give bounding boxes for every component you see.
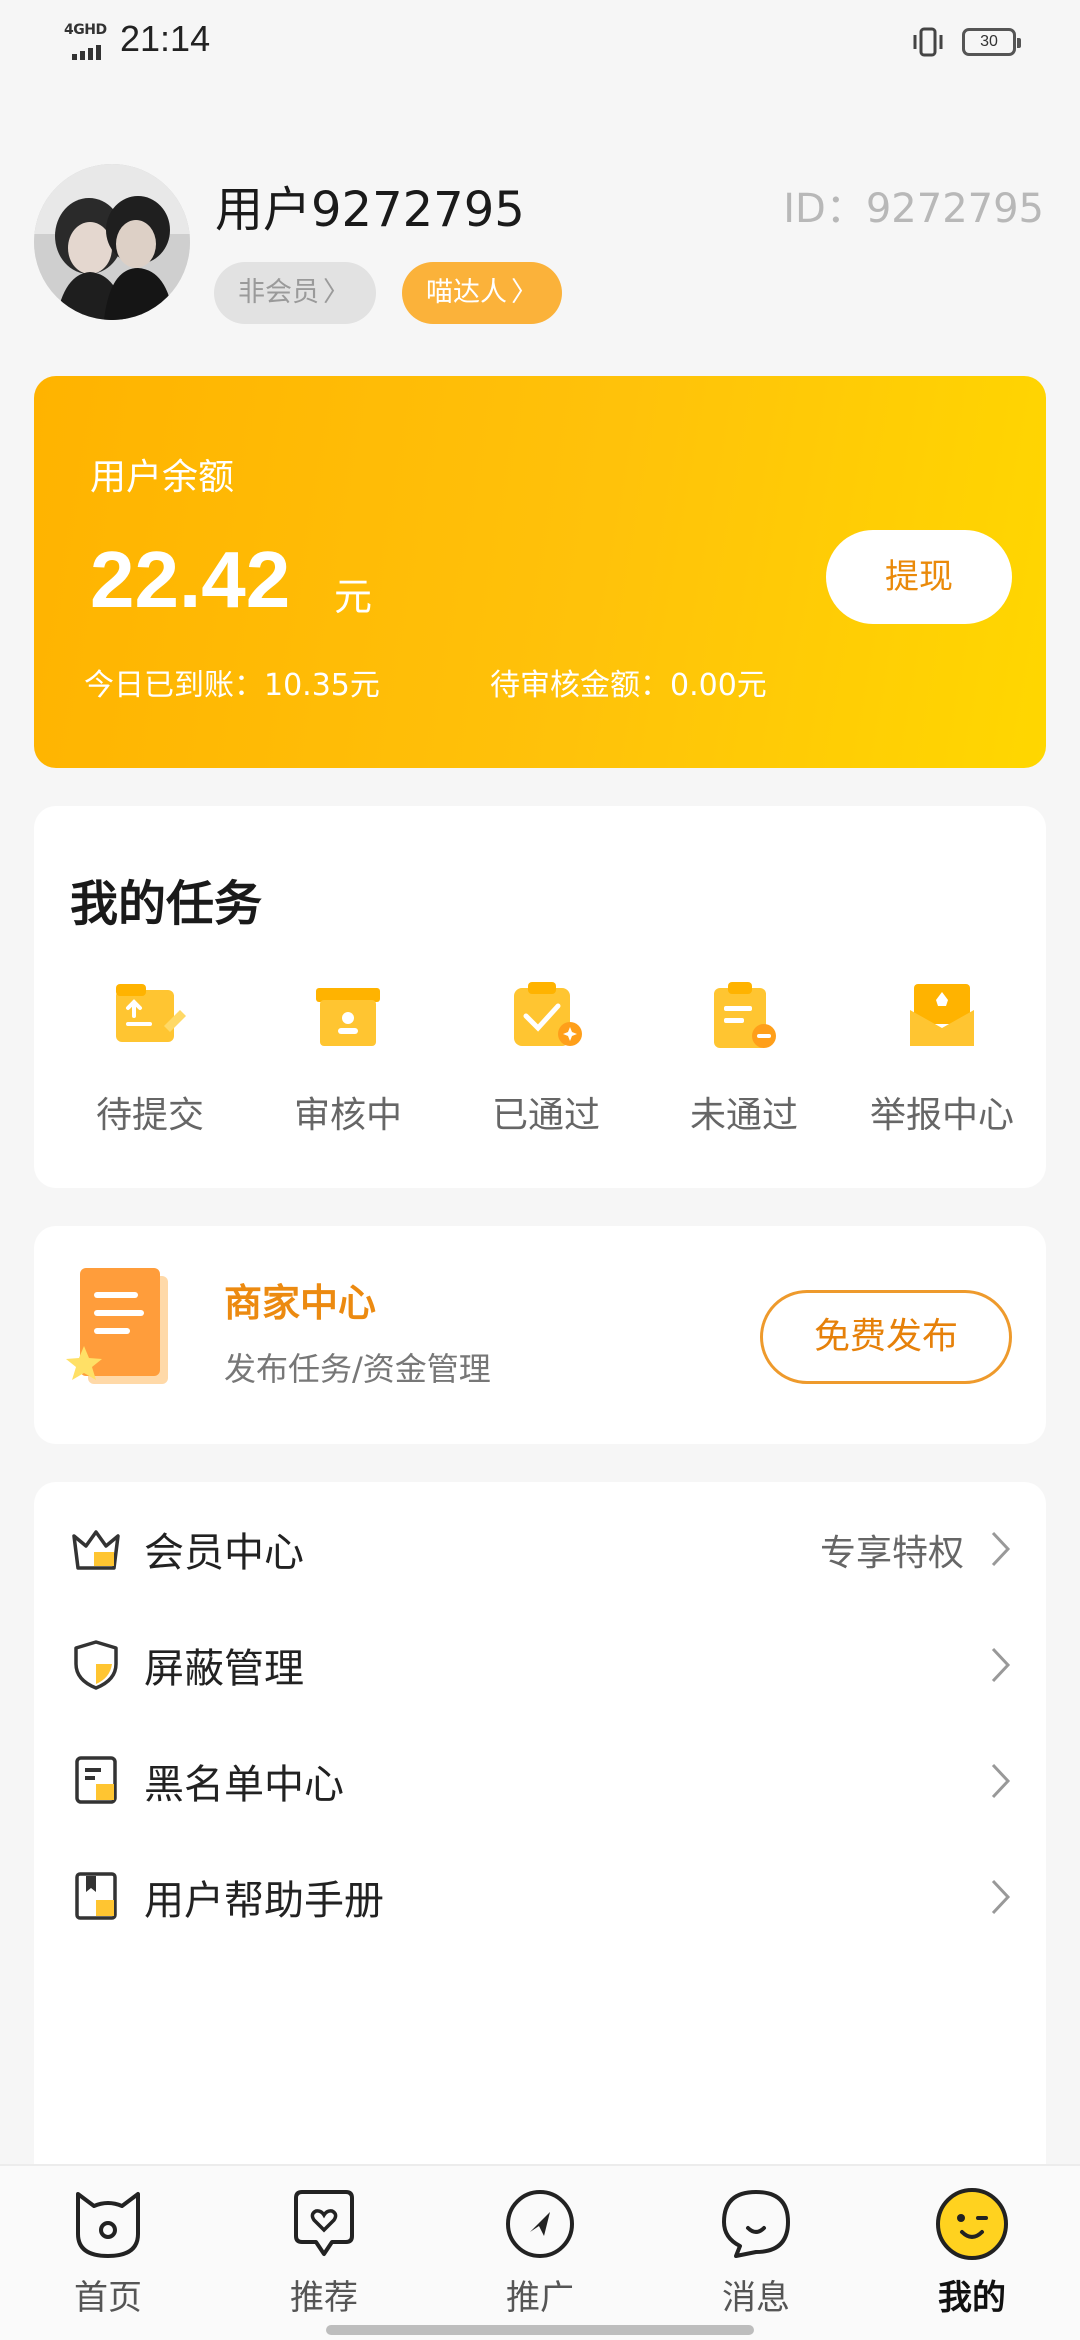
pending-amount: 待审核金额：0.00元 (490, 668, 767, 703)
tab-label: 消息 (722, 2278, 790, 2318)
menu-label: 用户帮助手册 (144, 1878, 384, 1924)
vibrate-icon (913, 27, 943, 57)
task-approved[interactable]: 已通过 (446, 976, 646, 1156)
tab-label: 我的 (938, 2278, 1006, 2318)
balance-label: 用户余额 (90, 457, 235, 498)
free-publish-button[interactable]: 免费发布 (760, 1290, 1012, 1384)
task-label: 已通过 (491, 1095, 600, 1136)
battery-icon: 30 (962, 28, 1021, 56)
merchant-center-card[interactable]: 商家中心 发布任务/资金管理 免费发布 (34, 1226, 1046, 1444)
chevron-right-icon: 〉 (323, 277, 350, 308)
menu-item-blacklist[interactable]: 黑名单中心 (34, 1714, 1046, 1834)
member-status-label: 非会员 (238, 277, 319, 308)
task-report-center[interactable]: 举报中心 (842, 976, 1042, 1156)
help-book-icon (75, 1872, 117, 1920)
tab-recommend[interactable]: 推荐 (216, 2166, 432, 2340)
tab-home[interactable]: 首页 (0, 2166, 216, 2340)
member-status-pill[interactable]: 非会员〉 (214, 262, 376, 324)
cat-home-icon (76, 2192, 140, 2258)
menu-item-member-center[interactable]: 会员中心 专享特权 (34, 1482, 1046, 1602)
tab-promote[interactable]: 推广 (432, 2166, 648, 2340)
chevron-right-icon (991, 1531, 1011, 1567)
menu-item-block-management[interactable]: 屏蔽管理 (34, 1598, 1046, 1718)
chevron-right-icon: 〉 (511, 277, 538, 308)
chevron-right-icon (991, 1763, 1011, 1799)
message-icon (722, 2190, 790, 2258)
merchant-subtitle: 发布任务/资金管理 (224, 1350, 491, 1388)
tab-label: 推荐 (290, 2278, 358, 2318)
tasks-title: 我的任务 (70, 876, 263, 932)
task-label: 举报中心 (869, 1095, 1014, 1136)
status-time: 21:14 (120, 18, 211, 59)
merchant-doc-icon (66, 1268, 168, 1384)
balance-amount: 22.42 (90, 535, 291, 624)
balance-card: 用户余额 22.42 元 提现 今日已到账：10.35元 待审核金额：0.00元 (34, 376, 1046, 768)
withdraw-button[interactable]: 提现 (826, 530, 1012, 624)
menu-extra: 专享特权 (819, 1533, 964, 1574)
upload-doc-icon (116, 984, 186, 1042)
task-rejected[interactable]: 未通过 (644, 976, 844, 1156)
tab-label: 首页 (74, 2278, 142, 2318)
task-label: 审核中 (293, 1095, 402, 1136)
username: 用户9272795 (215, 182, 525, 238)
task-under-review[interactable]: 审核中 (248, 976, 448, 1156)
heart-bubble-icon (294, 2190, 354, 2256)
menu-label: 屏蔽管理 (144, 1646, 304, 1692)
shield-icon (74, 1640, 118, 1690)
chevron-right-icon (991, 1879, 1011, 1915)
network-type: 4GHD (64, 22, 107, 38)
today-received: 今日已到账：10.35元 (84, 668, 380, 703)
tab-label: 推广 (506, 2278, 574, 2318)
bottom-tab-bar: 首页 推荐 推广 消息 我的 (0, 2164, 1080, 2340)
avatar[interactable] (34, 164, 190, 320)
tab-mine[interactable]: 我的 (864, 2166, 1080, 2340)
report-envelope-icon (910, 984, 974, 1046)
balance-unit: 元 (334, 575, 373, 619)
review-box-icon (316, 988, 380, 1046)
talent-pill[interactable]: 喵达人〉 (402, 262, 562, 324)
chevron-right-icon (991, 1647, 1011, 1683)
crown-icon (72, 1530, 120, 1570)
home-indicator[interactable] (326, 2325, 754, 2335)
navigate-icon (506, 2190, 574, 2258)
merchant-title: 商家中心 (224, 1281, 377, 1325)
menu-item-help-manual[interactable]: 用户帮助手册 (34, 1830, 1046, 1950)
user-id: ID：9272795 (783, 186, 1044, 232)
avatar-photo (34, 164, 190, 320)
talent-label: 喵达人 (426, 277, 507, 308)
task-label: 待提交 (95, 1095, 204, 1136)
approved-check-icon (514, 982, 582, 1046)
rejected-clipboard-icon (714, 982, 776, 1048)
menu-label: 会员中心 (144, 1530, 304, 1576)
smiley-icon (936, 2188, 1008, 2260)
menu-label: 黑名单中心 (144, 1762, 344, 1808)
task-label: 未通过 (689, 1095, 798, 1136)
tab-messages[interactable]: 消息 (648, 2166, 864, 2340)
my-tasks-card: 我的任务 待提交 审核中 已通过 未通过 举报中心 (34, 806, 1046, 1188)
blacklist-doc-icon (75, 1756, 117, 1804)
cellular-signal-icon: 4GHD (62, 22, 112, 62)
status-bar: 4GHD 21:14 30 (0, 0, 1080, 90)
task-pending-submit[interactable]: 待提交 (50, 976, 250, 1156)
menu-list: 会员中心 专享特权 屏蔽管理 黑名单中心 用户帮助手册 (34, 1482, 1046, 2182)
